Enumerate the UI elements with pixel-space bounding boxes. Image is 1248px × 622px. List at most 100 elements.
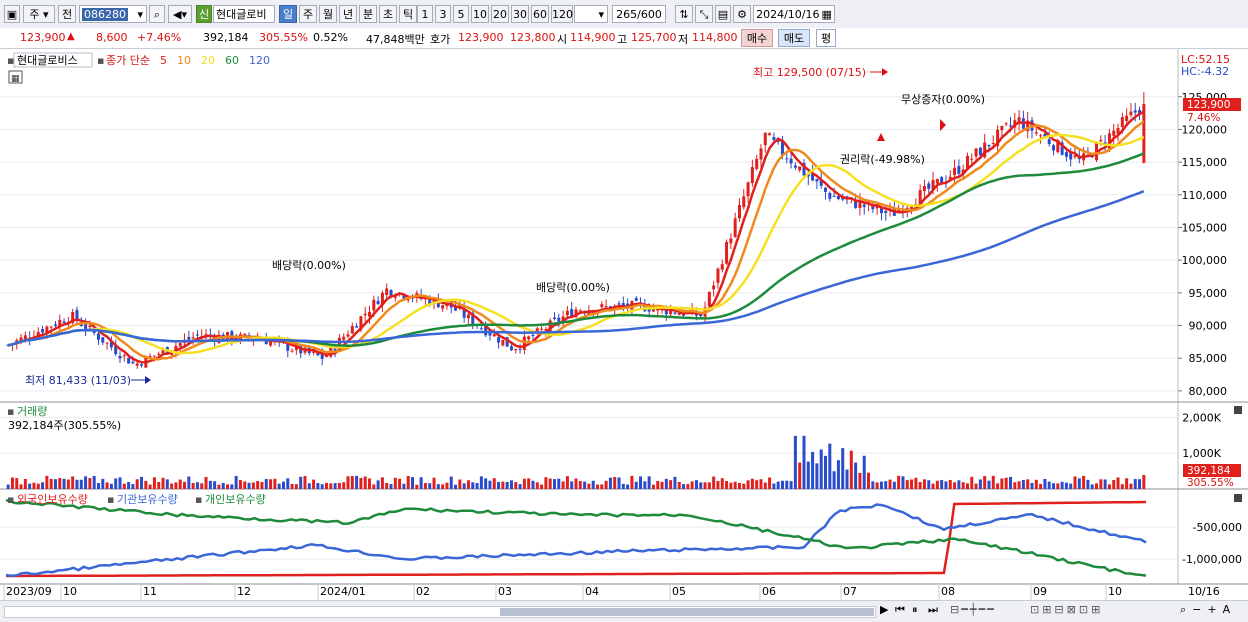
save-icon[interactable]: ▤ — [715, 5, 731, 23]
volume-bar — [854, 462, 858, 489]
stock-name-field[interactable]: 현대글로비 — [213, 5, 275, 23]
tool-icons[interactable]: ⊡⊞⊟⊠⊡⊞ — [1030, 603, 1103, 616]
volume-bar — [742, 483, 746, 489]
candle-body — [527, 336, 531, 340]
volume-bar — [819, 449, 823, 489]
buy-button[interactable]: 매수 — [741, 29, 773, 47]
volume-bar — [694, 480, 698, 489]
volume-bar — [682, 484, 686, 489]
ma-legend-5: 5 — [160, 54, 167, 67]
candle-body — [1008, 125, 1012, 127]
sell-button[interactable]: 매도 — [778, 29, 810, 47]
bid-price: 123,800 — [510, 31, 556, 44]
interval-tab-60[interactable]: 60 — [531, 5, 549, 23]
interval-tab-5[interactable]: 5 — [453, 5, 469, 23]
zoom-slider-icon[interactable]: ⊟━┿━━ — [950, 603, 996, 616]
period-tab-1[interactable]: 주 — [299, 5, 317, 23]
toolbar: ▣ 주 ▾ 전 086280 ▾ ⌕ ◀▾ 신 현대글로비 일주월년분초틱 13… — [0, 0, 1248, 29]
candle-body — [518, 348, 522, 350]
volume-bar — [617, 477, 621, 489]
candle-body — [746, 182, 750, 197]
volume-bar — [1030, 482, 1034, 489]
ma-legend-20: 20 — [201, 54, 215, 67]
gear-icon[interactable]: ⚙ — [733, 5, 751, 23]
volume-bar — [428, 483, 432, 489]
prev-button[interactable]: 전 — [58, 5, 76, 23]
volume-bar — [290, 483, 294, 489]
candle-body — [725, 241, 729, 264]
volume-bar — [178, 479, 182, 489]
eval-button[interactable]: 평 — [816, 29, 836, 47]
volume-bar — [914, 477, 918, 489]
rewind-icon[interactable]: ⏮ — [895, 603, 905, 617]
draw-tool-icon[interactable]: ⤡ — [695, 5, 713, 23]
volume-bar — [174, 482, 178, 489]
candle-body — [342, 336, 346, 340]
zoom-icons[interactable]: ⌕−+A — [1180, 603, 1236, 617]
volume-bar — [811, 451, 815, 489]
quote-label: 호가 — [430, 33, 451, 46]
volume-bar — [604, 480, 608, 489]
period-tab-2[interactable]: 월 — [319, 5, 337, 23]
volume-bar — [888, 479, 892, 489]
price-axis-label: 120,000 — [1182, 123, 1228, 136]
volume-bar — [965, 483, 969, 489]
code-input[interactable]: 086280 ▾ — [79, 5, 147, 23]
volume-bar — [789, 481, 793, 489]
interval-tab-1[interactable]: 1 — [417, 5, 433, 23]
chevron-down-icon[interactable]: ▾ — [137, 6, 143, 24]
window-menu-icon[interactable]: ▣ — [4, 5, 20, 23]
volume-bar — [337, 482, 341, 489]
period-tab-6[interactable]: 틱 — [399, 5, 417, 23]
speaker-icon[interactable]: ◀▾ — [168, 5, 192, 23]
volume-bar — [79, 479, 83, 489]
close-panel-icon[interactable] — [1234, 406, 1242, 414]
volume-bar — [101, 478, 105, 489]
volume-bar — [922, 479, 926, 489]
volume-bar — [596, 484, 600, 489]
period-tab-5[interactable]: 초 — [379, 5, 397, 23]
fast-forward-icon[interactable]: ⏭ — [928, 603, 938, 617]
volume-bar — [144, 480, 148, 489]
volume-bar — [1142, 474, 1146, 489]
period-tab-0[interactable]: 일 — [279, 5, 297, 23]
x-axis-label: 09 — [1033, 585, 1047, 598]
interval-tab-10[interactable]: 10 — [471, 5, 489, 23]
period-tab-4[interactable]: 분 — [359, 5, 377, 23]
interval-tab-3[interactable]: 3 — [435, 5, 451, 23]
count-field[interactable]: 265/600 — [612, 5, 666, 23]
interval-tab-120[interactable]: 120 — [551, 5, 573, 23]
volume-pct-text: 305.55% — [1187, 477, 1234, 489]
market-select[interactable]: 주 ▾ — [23, 5, 55, 23]
stock-chart[interactable]: 125,000120,000115,000110,000105,000100,0… — [0, 49, 1248, 600]
pause-icon[interactable]: ⏸ — [912, 603, 918, 617]
period-tab-3[interactable]: 년 — [339, 5, 357, 23]
search-icon[interactable]: ⌕ — [149, 5, 165, 23]
volume-bar — [509, 480, 513, 489]
volume-bar — [892, 481, 896, 489]
interval-tab-20[interactable]: 20 — [491, 5, 509, 23]
x-axis-label: 03 — [498, 585, 512, 598]
candle-body — [122, 355, 126, 357]
date-field[interactable]: 2024/10/16 ▦ — [753, 5, 835, 23]
panel-marker: ▪ — [7, 493, 14, 506]
interval-select[interactable]: ▾ — [574, 5, 608, 23]
volume-bar — [28, 483, 32, 489]
volume-bar — [23, 478, 27, 489]
volume-bar — [454, 484, 458, 489]
volume-bar — [720, 478, 724, 489]
horizontal-scrollbar[interactable] — [4, 606, 876, 618]
close-panel-icon[interactable] — [1234, 494, 1242, 502]
candle-body — [978, 147, 982, 156]
scroll-thumb[interactable] — [500, 608, 874, 616]
volume-bar — [1116, 477, 1120, 489]
candle-type-icon[interactable]: ⇅ — [675, 5, 693, 23]
interval-tab-30[interactable]: 30 — [511, 5, 529, 23]
calendar-icon[interactable]: ▦ — [822, 8, 832, 21]
volume-bar — [755, 480, 759, 489]
candle-body — [815, 179, 819, 182]
volume-bar — [793, 435, 797, 489]
holding-axis-label: -1,000,000 — [1182, 553, 1242, 566]
scroll-right-icon[interactable]: ▶ — [880, 603, 888, 616]
volume-bar — [522, 478, 526, 489]
